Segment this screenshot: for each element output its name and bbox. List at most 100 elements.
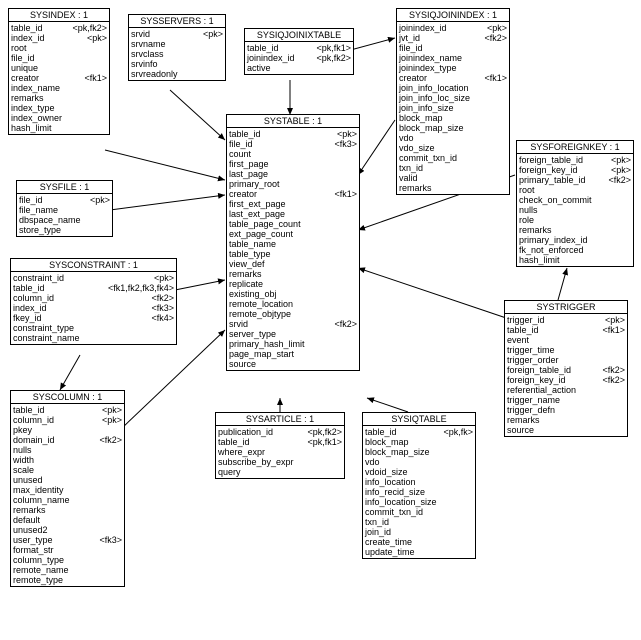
attribute-name: constraint_name [13, 333, 174, 343]
attribute-name: hash_limit [519, 255, 631, 265]
attribute-name: remarks [13, 505, 122, 515]
attribute-row: file_id<fk3> [229, 139, 357, 149]
attribute-name: trigger_order [507, 355, 625, 365]
attribute-name: nulls [13, 445, 122, 455]
attribute-name: fk_not_enforced [519, 245, 631, 255]
attribute-name: block_map_size [365, 447, 473, 457]
attribute-key: <pk,fk2> [316, 53, 351, 63]
entity-title: SYSFILE : 1 [17, 181, 112, 194]
attribute-row: join_info_size [399, 103, 507, 113]
attribute-row: joinindex_name [399, 53, 507, 63]
entity-sysfile: SYSFILE : 1 file_id<pk>file_namedbspace_… [16, 180, 113, 237]
attribute-row: foreign_key_id<fk2> [507, 375, 625, 385]
attribute-row: default [13, 515, 122, 525]
attribute-name: index_owner [11, 113, 107, 123]
attribute-row: foreign_table_id<pk> [519, 155, 631, 165]
attribute-key: <pk> [611, 155, 631, 165]
entity-systrigger: SYSTRIGGER trigger_id<pk>table_id<fk1>ev… [504, 300, 628, 437]
attribute-name: foreign_table_id [519, 155, 611, 165]
attribute-row: trigger_defn [507, 405, 625, 415]
attribute-row: table_id<fk1> [507, 325, 625, 335]
attribute-row: srvid<pk> [131, 29, 223, 39]
attribute-row: ext_page_count [229, 229, 357, 239]
attribute-key: <pk> [102, 405, 122, 415]
attribute-row: pkey [13, 425, 122, 435]
attribute-row: block_map [365, 437, 473, 447]
attribute-name: index_name [11, 83, 107, 93]
attribute-name: unused2 [13, 525, 122, 535]
attribute-key: <pk,fk2> [307, 427, 342, 437]
attribute-key: <pk> [611, 165, 631, 175]
attribute-name: format_str [13, 545, 122, 555]
attribute-name: active [247, 63, 351, 73]
attribute-row: unused [13, 475, 122, 485]
attribute-name: file_name [19, 205, 110, 215]
attribute-name: nulls [519, 205, 631, 215]
attribute-name: check_on_commit [519, 195, 631, 205]
attribute-key: <fk2> [484, 33, 507, 43]
attribute-name: root [11, 43, 107, 53]
attribute-row: trigger_name [507, 395, 625, 405]
attribute-name: table_name [229, 239, 357, 249]
attribute-row: primary_index_id [519, 235, 631, 245]
attribute-row: creator<fk1> [399, 73, 507, 83]
entity-body: publication_id<pk,fk2>table_id<pk,fk1>wh… [216, 426, 344, 478]
entity-body: table_id<pk,fk>block_mapblock_map_sizevd… [363, 426, 475, 558]
attribute-row: joinindex_id<pk> [399, 23, 507, 33]
attribute-name: query [218, 467, 342, 477]
attribute-name: table_id [247, 43, 316, 53]
attribute-name: table_id [229, 129, 337, 139]
attribute-name: referential_action [507, 385, 625, 395]
attribute-name: join_id [365, 527, 473, 537]
attribute-name: user_type [13, 535, 99, 545]
entity-body: joinindex_id<pk>jvt_id<fk2>file_idjoinin… [397, 22, 509, 194]
attribute-name: foreign_table_id [507, 365, 602, 375]
attribute-name: page_map_start [229, 349, 357, 359]
attribute-name: block_map_size [399, 123, 507, 133]
attribute-row: source [229, 359, 357, 369]
attribute-row: column_type [13, 555, 122, 565]
attribute-name: view_def [229, 259, 357, 269]
attribute-name: file_id [229, 139, 334, 149]
attribute-name: vdo_size [399, 143, 507, 153]
attribute-row: info_location [365, 477, 473, 487]
attribute-name: column_id [13, 293, 151, 303]
attribute-row: source [507, 425, 625, 435]
attribute-name: domain_id [13, 435, 99, 445]
attribute-name: file_id [11, 53, 107, 63]
attribute-row: join_info_location [399, 83, 507, 93]
attribute-row: table_id<fk1,fk2,fk3,fk4> [13, 283, 174, 293]
attribute-name: block_map [399, 113, 507, 123]
attribute-row: vdo_size [399, 143, 507, 153]
attribute-row: remote_type [13, 575, 122, 585]
attribute-name: count [229, 149, 357, 159]
entity-title: SYSTABLE : 1 [227, 115, 359, 128]
entity-title: SYSSERVERS : 1 [129, 15, 225, 28]
attribute-row: root [519, 185, 631, 195]
attribute-key: <pk> [487, 23, 507, 33]
attribute-name: srvinfo [131, 59, 223, 69]
attribute-name: joinindex_id [247, 53, 316, 63]
attribute-name: vdo [399, 133, 507, 143]
attribute-name: info_location [365, 477, 473, 487]
attribute-name: table_type [229, 249, 357, 259]
attribute-key: <fk2> [151, 293, 174, 303]
attribute-name: trigger_defn [507, 405, 625, 415]
attribute-name: remarks [399, 183, 507, 193]
entity-syscolumn: SYSCOLUMN : 1 table_id<pk>column_id<pk>p… [10, 390, 125, 587]
attribute-row: join_info_loc_size [399, 93, 507, 103]
attribute-row: nulls [13, 445, 122, 455]
attribute-row: srvid<fk2> [229, 319, 357, 329]
attribute-row: info_location_size [365, 497, 473, 507]
attribute-name: dbspace_name [19, 215, 110, 225]
attribute-name: last_ext_page [229, 209, 357, 219]
attribute-row: table_id<pk> [13, 405, 122, 415]
attribute-name: scale [13, 465, 122, 475]
attribute-key: <fk2> [602, 365, 625, 375]
entity-sysconstraint: SYSCONSTRAINT : 1 constraint_id<pk>table… [10, 258, 177, 345]
attribute-row: last_ext_page [229, 209, 357, 219]
entity-title: SYSIQJOININDEX : 1 [397, 9, 509, 22]
attribute-name: primary_root [229, 179, 357, 189]
attribute-row: update_time [365, 547, 473, 557]
attribute-name: srvid [229, 319, 334, 329]
